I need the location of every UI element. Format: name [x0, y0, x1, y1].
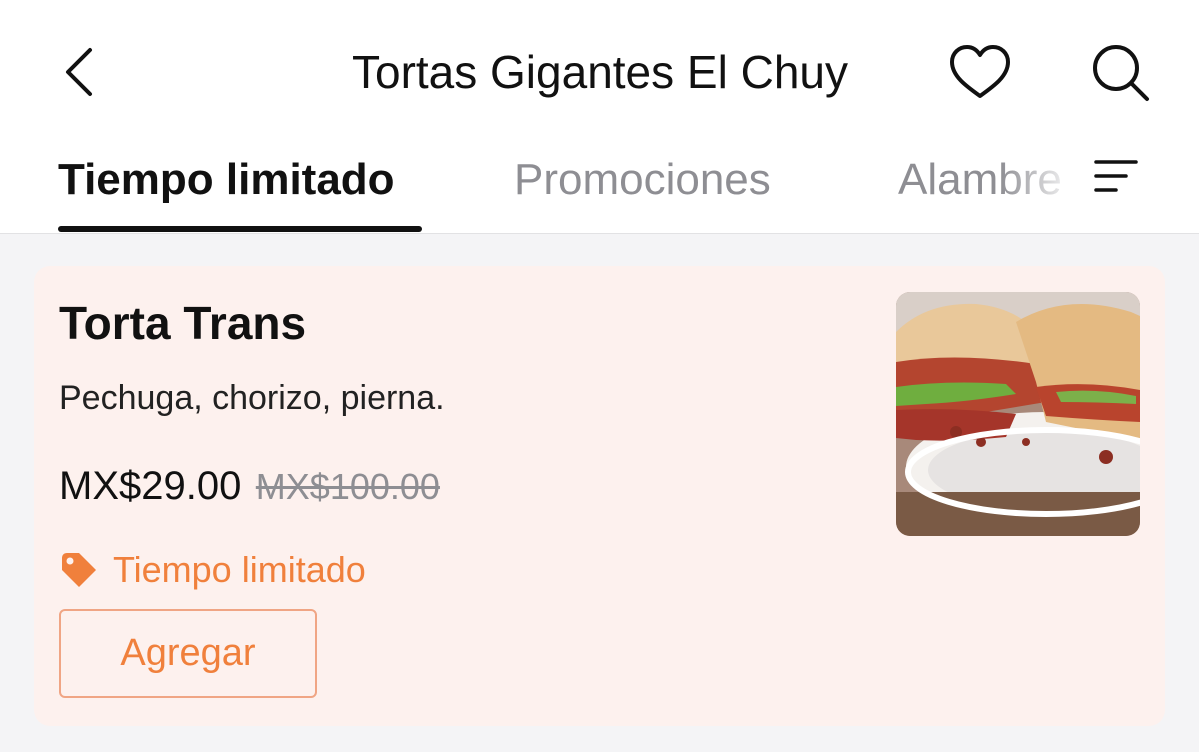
tab-tiempo-limitado[interactable]: Tiempo limitado: [58, 150, 395, 210]
item-image[interactable]: [896, 292, 1140, 536]
add-button[interactable]: Agregar: [59, 609, 317, 698]
item-description: Pechuga, chorizo, pierna.: [59, 379, 445, 417]
tab-promociones[interactable]: Promociones: [514, 150, 771, 210]
menu-lines-icon: [1094, 160, 1138, 192]
item-original-price: MX$100.00: [255, 466, 440, 507]
page-title: Tortas Gigantes El Chuy: [351, 46, 848, 98]
search-button[interactable]: [1088, 40, 1152, 104]
category-menu-button[interactable]: [1090, 152, 1142, 204]
back-button[interactable]: [58, 42, 102, 102]
price-row: MX$29.00 MX$100.00: [59, 458, 440, 523]
favorite-button[interactable]: [946, 40, 1014, 104]
item-price: MX$29.00: [59, 464, 242, 508]
torta-photo-illustration: [896, 292, 1140, 536]
promo-badge: Tiempo limitado: [59, 546, 366, 594]
menu-item-card[interactable]: Torta Trans Pechuga, chorizo, pierna. MX…: [34, 266, 1165, 726]
top-bar: Tortas Gigantes El Chuy Tiempo limitado …: [0, 0, 1199, 234]
promo-label: Tiempo limitado: [113, 549, 366, 590]
tag-icon: [62, 553, 96, 587]
search-icon: [1093, 45, 1149, 101]
active-tab-indicator: [58, 226, 422, 232]
heart-icon: [950, 45, 1010, 98]
tab-scroll-fade: [1000, 120, 1096, 230]
chevron-left-icon: [66, 48, 92, 96]
item-name: Torta Trans: [59, 297, 307, 349]
